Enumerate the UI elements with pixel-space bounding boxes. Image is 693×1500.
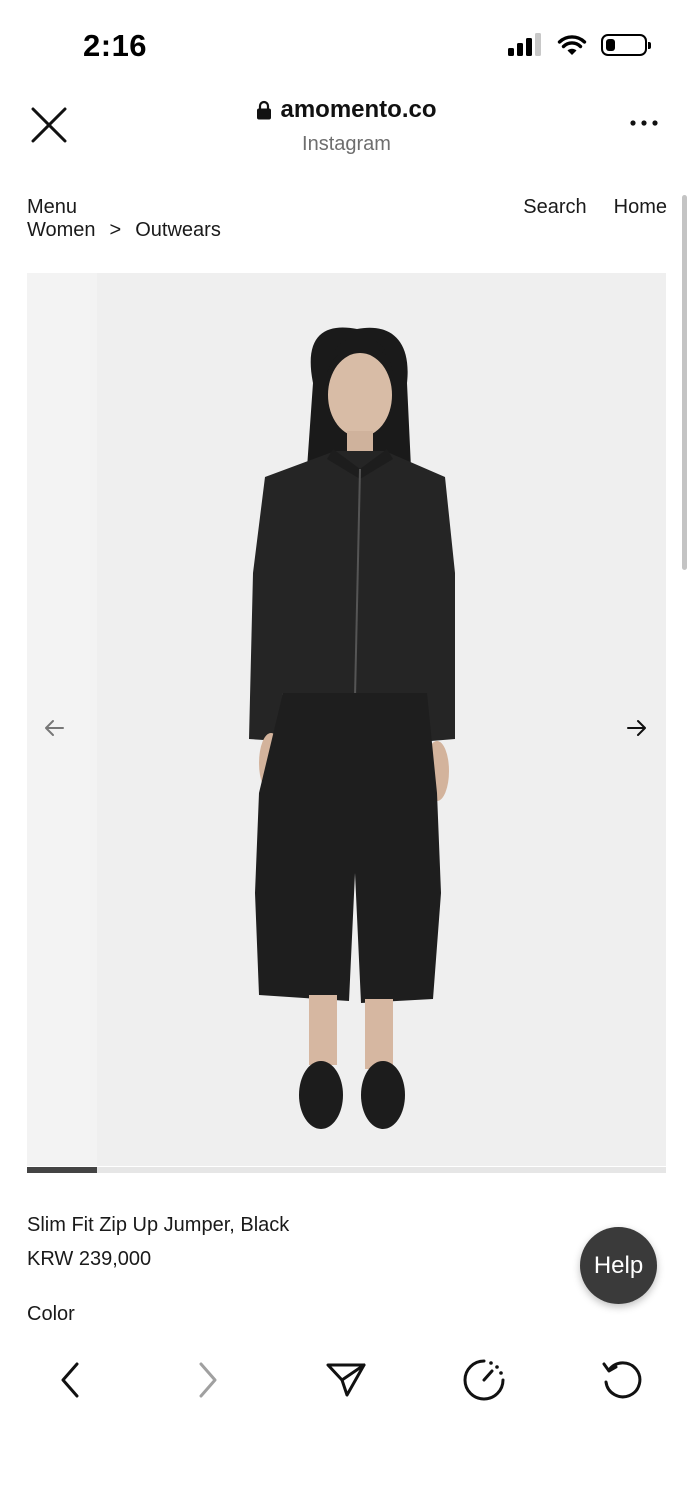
lock-icon xyxy=(257,100,272,120)
product-gallery[interactable] xyxy=(27,273,666,1166)
back-button[interactable] xyxy=(48,1358,92,1402)
gallery-progress-fill xyxy=(27,1167,98,1173)
url-block[interactable]: amomento.co Instagram xyxy=(0,96,693,156)
url-text: amomento.co xyxy=(280,96,437,123)
breadcrumb-women[interactable]: Women xyxy=(27,219,96,242)
share-icon xyxy=(326,1363,366,1397)
color-label: Color xyxy=(27,1303,75,1325)
product-photo xyxy=(27,273,666,1166)
reload-button[interactable] xyxy=(600,1358,644,1402)
product-name: Slim Fit Zip Up Jumper, Black xyxy=(27,1214,290,1236)
browser-header: amomento.co Instagram xyxy=(0,88,693,178)
speed-icon xyxy=(463,1359,505,1401)
url-source: Instagram xyxy=(302,133,391,155)
arrow-right-icon[interactable] xyxy=(624,717,650,739)
nav-right: Search Home xyxy=(523,196,667,219)
back-icon xyxy=(61,1362,79,1398)
breadcrumb-outwears[interactable]: Outwears xyxy=(135,219,221,242)
status-icons xyxy=(507,33,651,57)
signal-icon xyxy=(508,33,541,56)
speed-button[interactable] xyxy=(462,1358,506,1402)
battery-icon xyxy=(601,34,651,56)
forward-button[interactable] xyxy=(186,1358,230,1402)
breadcrumb: Women > Outwears xyxy=(27,219,221,242)
status-bar: 2:16 xyxy=(0,0,693,90)
status-time: 2:16 xyxy=(83,28,148,63)
wifi-icon xyxy=(557,35,587,55)
share-button[interactable] xyxy=(324,1358,368,1402)
url-bar[interactable]: amomento.co xyxy=(256,96,437,124)
page-scrollbar[interactable] xyxy=(682,195,687,570)
reload-icon xyxy=(602,1361,642,1399)
forward-icon xyxy=(199,1362,217,1398)
breadcrumb-separator: > xyxy=(109,219,122,241)
arrow-left-icon[interactable] xyxy=(41,717,67,739)
product-price: KRW 239,000 xyxy=(27,1248,152,1270)
battery-level xyxy=(606,39,615,51)
bottom-toolbar xyxy=(0,1338,693,1500)
search-link[interactable]: Search xyxy=(523,196,586,219)
home-link[interactable]: Home xyxy=(614,196,667,219)
gallery-progress xyxy=(27,1167,666,1173)
more-icon[interactable] xyxy=(629,118,659,128)
help-button[interactable]: Help xyxy=(580,1227,657,1304)
menu-link[interactable]: Menu xyxy=(27,196,77,219)
